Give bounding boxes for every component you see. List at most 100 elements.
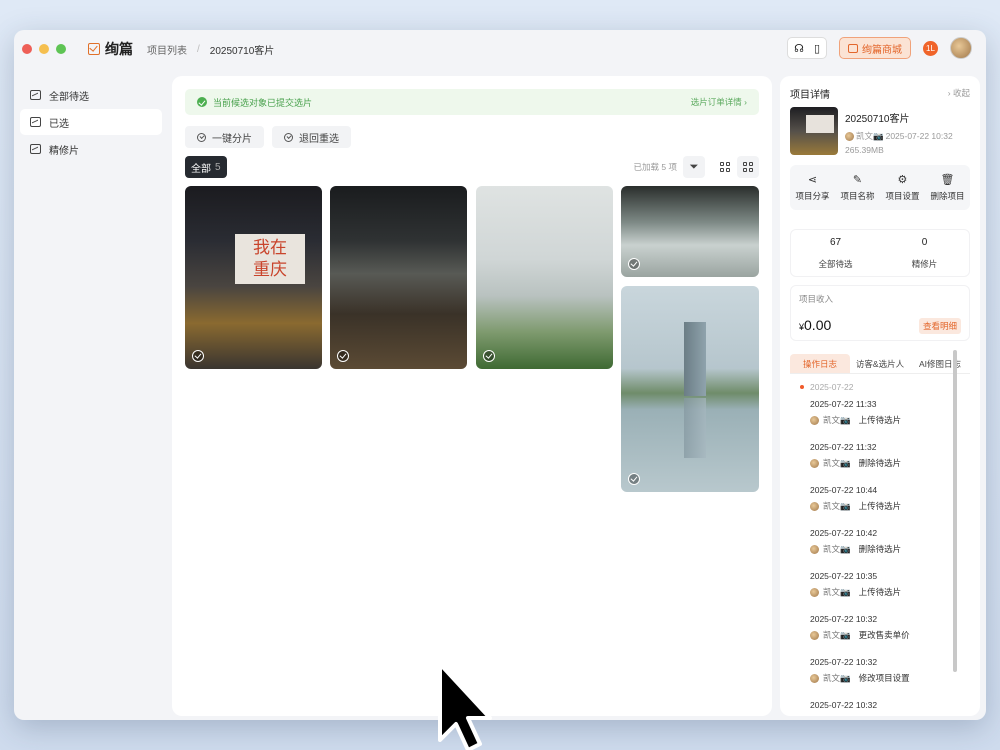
log-info: 凯文📷 更改售卖单价 <box>810 629 970 641</box>
logo-icon <box>88 43 100 55</box>
auto-split-button[interactable]: 一键分片 <box>185 126 264 148</box>
device-toggle: ☊ ▯ <box>787 37 827 59</box>
op-label: 项目名称 <box>840 190 875 201</box>
log-tabs: 操作日志 访客&选片人 AI修图日志 <box>790 354 970 374</box>
mall-button[interactable]: 绚篇商城 <box>839 37 911 59</box>
project-stats: 67 全部待选 0 精修片 <box>790 229 970 277</box>
phone-icon[interactable]: ▯ <box>814 42 820 55</box>
log-time: 2025-07-22 10:32 <box>810 614 878 624</box>
selected-check-icon[interactable] <box>192 350 204 362</box>
photo-card[interactable] <box>476 186 613 369</box>
selected-check-icon[interactable] <box>337 350 349 362</box>
share-project-button[interactable]: ⋖ 项目分享 <box>795 174 829 202</box>
list-item: 2025-07-22 11:33 凯文📷 上传待选片 <box>810 399 970 426</box>
list-item: 2025-07-22 10:32 <box>810 700 970 710</box>
rename-project-button[interactable]: ✎ 项目名称 <box>840 174 874 202</box>
log-user: 凯文📷 <box>823 501 851 511</box>
log-time: 2025-07-22 10:42 <box>810 528 878 538</box>
log-user: 凯文📷 <box>823 630 851 640</box>
main-content: 当前候选对象已提交选片 选片订单详情 › 一键分片 退回重选 全部 5 已加载 … <box>172 76 772 716</box>
image-icon <box>30 90 41 100</box>
building-shape <box>684 322 706 396</box>
button-label: 退回重选 <box>299 133 339 145</box>
avatar[interactable] <box>950 37 972 59</box>
tab-visitors[interactable]: 访客&选片人 <box>850 354 910 373</box>
filter-button[interactable]: ⏷ <box>683 156 705 178</box>
stat-retouched[interactable]: 0 精修片 <box>880 230 969 276</box>
mall-label: 绚篇商城 <box>862 44 902 56</box>
breadcrumb: 项目列表 / 20250710客片 <box>147 42 274 57</box>
headset-icon[interactable]: ☊ <box>794 42 804 55</box>
check-circle-icon <box>197 97 207 107</box>
project-operations: ⋖ 项目分享 ✎ 项目名称 ⚙ 项目设置 🗑 删除项目 <box>790 165 970 210</box>
small-grid-button[interactable] <box>737 156 759 178</box>
list-item: 2025-07-22 10:32 凯文📷 修改项目设置 <box>810 657 970 684</box>
tab-ai-retouch-log[interactable]: AI修图日志 <box>910 354 970 373</box>
tab-operation-log[interactable]: 操作日志 <box>790 354 850 373</box>
photo-card[interactable] <box>621 186 759 277</box>
action-buttons: 一键分片 退回重选 <box>185 126 351 148</box>
large-grid-button[interactable] <box>714 156 736 178</box>
gear-icon: ⚙ <box>897 173 908 186</box>
return-reselect-button[interactable]: 退回重选 <box>272 126 351 148</box>
app-window: 绚篇 项目列表 / 20250710客片 ☊ ▯ 绚篇商城 1L 全部待选 已选… <box>14 30 986 720</box>
delete-project-button[interactable]: 🗑 删除项目 <box>930 174 964 202</box>
log-scrollbar[interactable] <box>953 350 957 672</box>
check-circle-icon <box>284 132 293 142</box>
photo-card[interactable] <box>330 186 467 369</box>
log-user: 凯文📷 <box>823 544 851 554</box>
edit-icon: ✎ <box>852 173 863 186</box>
log-action: 上传待选片 <box>858 501 902 511</box>
notice-text: 当前候选对象已提交选片 <box>213 97 313 108</box>
log-date-header: 2025-07-22 <box>800 382 970 392</box>
log-user: 凯文📷 <box>823 673 851 683</box>
photo-card[interactable] <box>621 286 759 492</box>
avatar <box>810 458 819 468</box>
title-bar: 绚篇 项目列表 / 20250710客片 ☊ ▯ 绚篇商城 1L <box>14 30 986 68</box>
op-label: 删除项目 <box>930 190 965 201</box>
order-detail-link[interactable]: 选片订单详情 › <box>691 96 747 108</box>
list-item: 2025-07-22 10:42 凯文📷 删除待选片 <box>810 528 970 555</box>
log-time: 2025-07-22 11:32 <box>810 442 877 452</box>
tab-all[interactable]: 全部 5 <box>185 156 227 178</box>
view-detail-button[interactable]: 查看明细 <box>918 318 961 334</box>
sidebar-item-selected[interactable]: 已选 <box>20 109 162 135</box>
breadcrumb-current: 20250710客片 <box>209 45 275 57</box>
maximize-window-button[interactable] <box>56 44 66 54</box>
op-label: 项目设置 <box>885 190 920 201</box>
close-window-button[interactable] <box>22 44 32 54</box>
log-info: 凯文📷 上传待选片 <box>810 500 970 512</box>
project-settings-button[interactable]: ⚙ 项目设置 <box>885 174 919 202</box>
submitted-notice: 当前候选对象已提交选片 选片订单详情 › <box>185 89 759 115</box>
stat-all-pending[interactable]: 67 全部待选 <box>791 230 880 276</box>
panel-title: 项目详情 <box>790 90 830 101</box>
photo-card[interactable]: 我在 重庆 <box>185 186 322 369</box>
collapse-button[interactable]: › 收起 <box>948 87 970 99</box>
log-action: 修改项目设置 <box>858 673 910 683</box>
project-name: 20250710客片 <box>845 114 910 125</box>
minimize-window-button[interactable] <box>39 44 49 54</box>
notification-badge[interactable]: 1L <box>923 40 938 56</box>
share-icon: ⋖ <box>807 173 818 186</box>
avatar <box>845 131 854 141</box>
sidebar-item-retouched[interactable]: 精修片 <box>20 136 162 162</box>
loaded-count: 已加载 5 项 <box>633 162 677 172</box>
income-label: 项目收入 <box>799 294 834 304</box>
stat-value: 67 <box>829 236 842 248</box>
app-logo: 绚篇 <box>88 39 133 59</box>
log-info: 凯文📷 修改项目设置 <box>810 672 970 684</box>
avatar <box>810 587 819 597</box>
sidebar-item-all-pending[interactable]: 全部待选 <box>20 82 162 108</box>
tab-count: 5 <box>215 161 221 173</box>
filter-row: 全部 5 已加载 5 项 ⏷ <box>185 156 759 178</box>
selected-check-icon[interactable] <box>628 258 640 270</box>
log-action: 删除待选片 <box>858 544 902 554</box>
sidebar-item-label: 精修片 <box>49 145 79 157</box>
selected-check-icon[interactable] <box>483 350 495 362</box>
log-date: 2025-07-22 <box>810 382 854 392</box>
window-controls <box>22 44 66 54</box>
breadcrumb-root[interactable]: 项目列表 <box>147 42 187 57</box>
photo-sign-text: 我在 重庆 <box>235 234 305 284</box>
selected-check-icon[interactable] <box>628 473 640 485</box>
timeline-dot <box>800 385 804 389</box>
